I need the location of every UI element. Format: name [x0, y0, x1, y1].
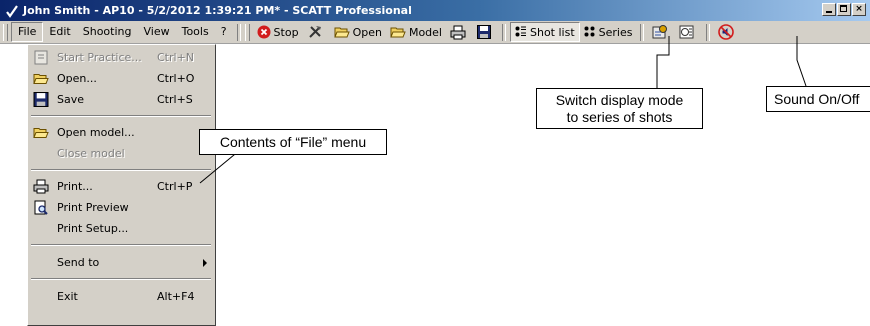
file-menu-dropdown: Start Practice... Ctrl+N Open... Ctrl+O … — [27, 44, 216, 326]
shot-list-icon — [515, 26, 526, 37]
printer-icon — [33, 179, 49, 194]
speaker-icon — [718, 24, 735, 40]
menu-separator — [31, 278, 211, 280]
submenu-arrow-icon — [203, 259, 207, 267]
toolbar-separator — [236, 23, 241, 41]
hammer-pick-icon — [308, 26, 321, 38]
callout-sound: Sound On/Off — [766, 86, 870, 112]
menu-toolbar: File Edit Shooting View Tools ? Stop Ope… — [0, 21, 870, 44]
callout-series-line-2: to series of shots — [566, 109, 673, 125]
menu-item-open-model[interactable]: Open model... — [28, 122, 215, 143]
print-preview-icon — [34, 200, 48, 215]
menu-item-print-preview[interactable]: Print Preview — [28, 197, 215, 218]
open-label: Open — [352, 25, 382, 39]
minimize-icon[interactable] — [822, 3, 836, 16]
menu-item-save[interactable]: Save Ctrl+S — [28, 89, 215, 110]
printer-icon — [450, 25, 466, 39]
sound-toggle-button[interactable] — [714, 23, 741, 41]
model-button[interactable]: Model — [386, 23, 446, 41]
menu-separator — [31, 169, 211, 171]
shot-list-button[interactable]: Shot list — [509, 22, 580, 42]
folder-open-icon — [33, 128, 49, 138]
settings-card-button[interactable] — [648, 23, 675, 41]
folder-open-icon — [333, 27, 350, 38]
toolbar-separator — [501, 23, 506, 41]
menu-separator — [31, 244, 211, 246]
callout-file-menu: Contents of “File” menu — [199, 129, 387, 155]
menu-help[interactable]: ? — [215, 22, 233, 42]
floppy-disk-icon — [476, 25, 491, 39]
checkmark-pen-icon — [6, 4, 18, 18]
menu-tools[interactable]: Tools — [176, 22, 215, 42]
menu-item-print[interactable]: Print... Ctrl+P — [28, 176, 215, 197]
toolbar-grip[interactable] — [3, 23, 8, 41]
folder-open-icon — [390, 27, 406, 38]
toolbar-separator — [640, 23, 645, 41]
menu-item-exit[interactable]: Exit Alt+F4 — [28, 286, 215, 307]
toolbar-grip[interactable] — [244, 23, 250, 41]
print-button[interactable] — [446, 23, 473, 41]
stop-button[interactable]: Stop — [253, 23, 303, 41]
menu-view[interactable]: View — [137, 22, 175, 42]
maximize-icon[interactable] — [837, 3, 851, 16]
menu-item-start-practice[interactable]: Start Practice... Ctrl+N — [28, 47, 215, 68]
tools-button[interactable] — [303, 23, 330, 41]
toolbar-separator — [706, 23, 711, 41]
title-bar[interactable]: John Smith - AP10 - 5/2/2012 1:39:21 PM*… — [0, 0, 870, 21]
menu-separator — [31, 115, 211, 117]
window-title: John Smith - AP10 - 5/2/2012 1:39:21 PM*… — [23, 4, 412, 17]
menu-file[interactable]: File — [11, 22, 44, 42]
menu-item-open[interactable]: Open... Ctrl+O — [28, 68, 215, 89]
target-icon — [679, 25, 694, 39]
series-label: Series — [598, 25, 633, 39]
model-label: Model — [408, 25, 442, 39]
close-icon[interactable]: × — [852, 3, 866, 16]
menu-shooting[interactable]: Shooting — [77, 22, 138, 42]
save-button[interactable] — [473, 23, 498, 41]
menu-edit[interactable]: Edit — [43, 22, 76, 42]
target-button[interactable] — [675, 23, 702, 41]
callout-series-line-1: Switch display mode — [555, 92, 684, 108]
callout-series: Switch display mode to series of shots — [536, 88, 703, 129]
menu-item-close-model[interactable]: Close model — [28, 143, 215, 164]
start-practice-icon — [34, 50, 48, 65]
settings-card-icon — [652, 25, 668, 39]
floppy-disk-icon — [33, 92, 49, 107]
shot-list-label: Shot list — [529, 25, 575, 39]
stop-icon — [257, 25, 271, 39]
stop-label: Stop — [273, 25, 299, 39]
series-icon — [584, 26, 595, 37]
menu-item-send-to[interactable]: Send to — [28, 252, 215, 273]
series-button[interactable]: Series — [580, 23, 637, 41]
menu-item-print-setup[interactable]: Print Setup... — [28, 218, 215, 239]
open-button[interactable]: Open — [330, 23, 386, 41]
folder-open-icon — [33, 74, 49, 84]
